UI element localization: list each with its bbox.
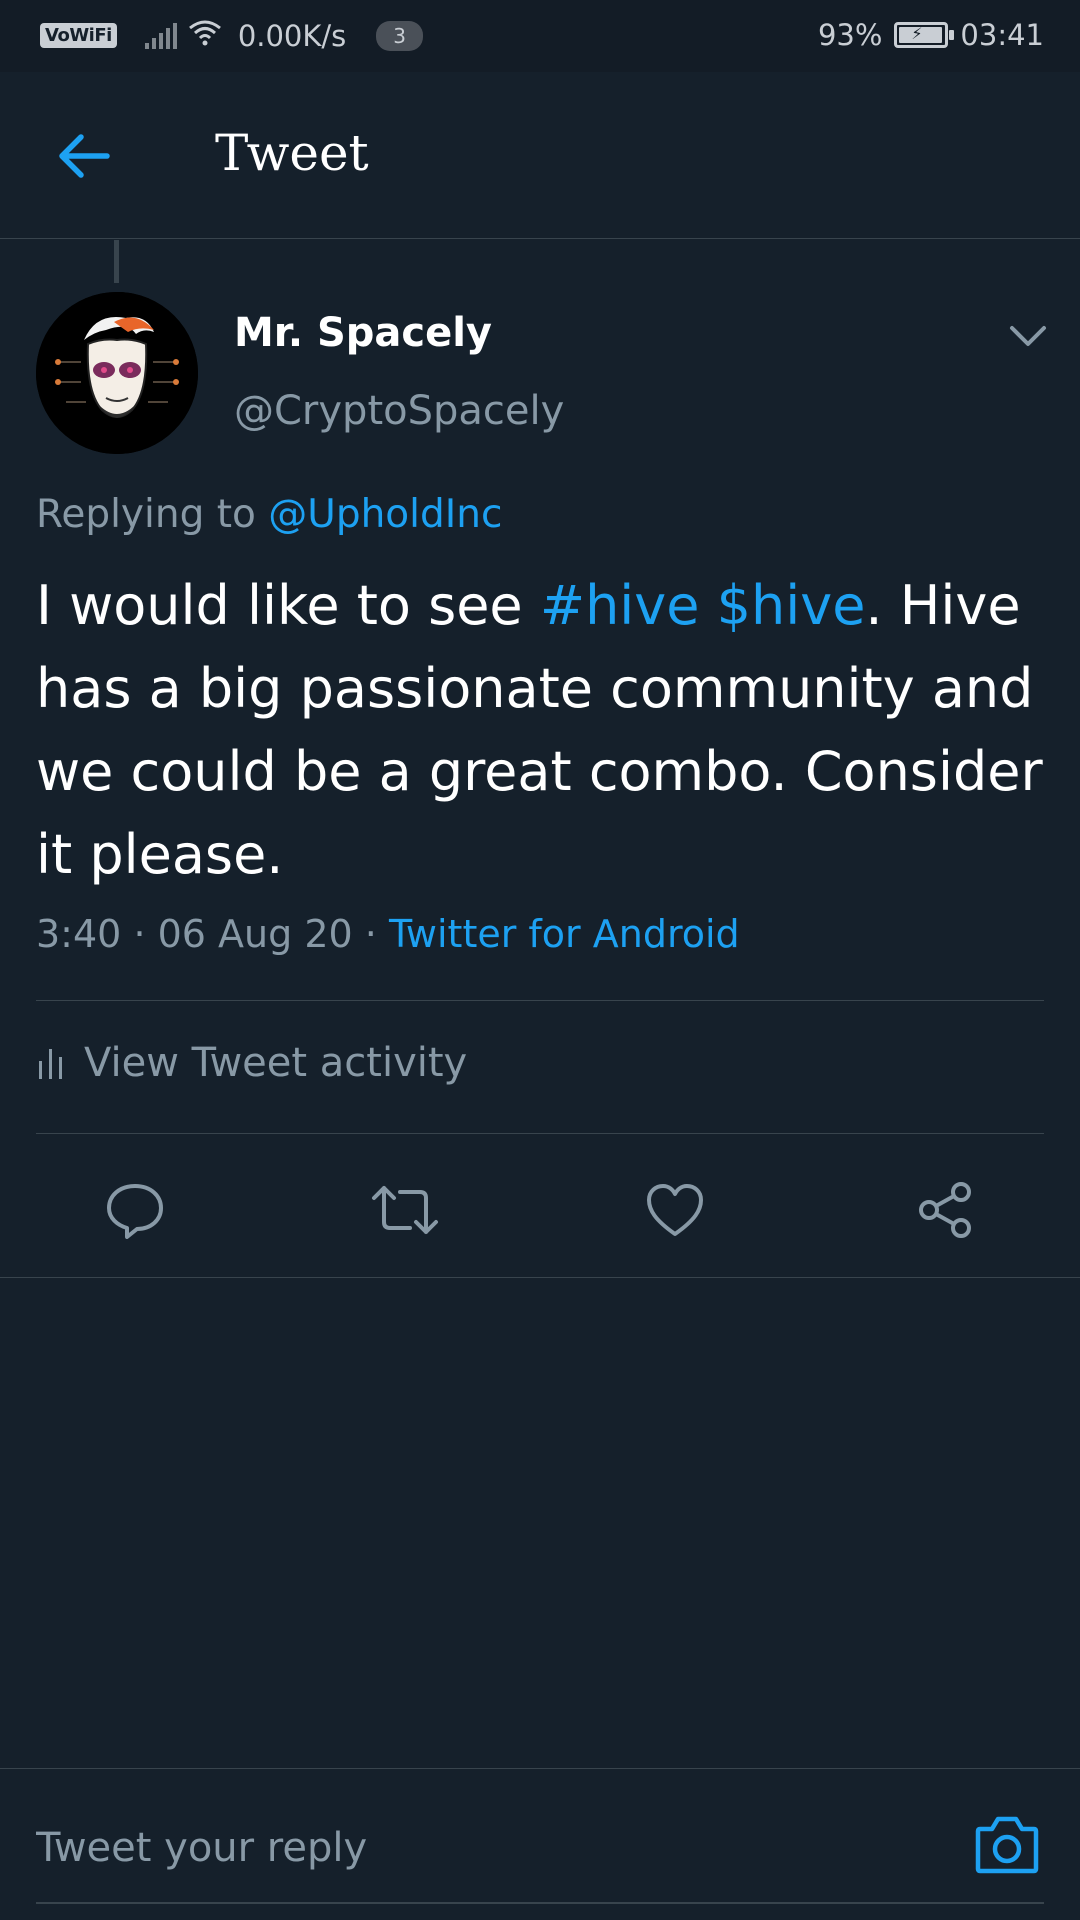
view-tweet-activity-button[interactable]: View Tweet activity <box>36 1040 467 1086</box>
view-tweet-activity-label: View Tweet activity <box>84 1040 468 1086</box>
divider <box>36 1000 1044 1001</box>
tweet-source-link[interactable]: Twitter for Android <box>389 912 740 956</box>
back-button[interactable] <box>54 126 114 186</box>
hashtag-link[interactable]: #hive <box>540 574 700 637</box>
display-name[interactable]: Mr. Spacely <box>234 310 492 356</box>
tweet-date: 06 Aug 20 <box>157 912 353 956</box>
page-title: Tweet <box>215 124 369 182</box>
user-handle[interactable]: @CryptoSpacely <box>234 388 564 434</box>
tweet-meta: 3:40 · 06 Aug 20 · Twitter for Android <box>36 912 740 956</box>
meta-separator: · <box>364 912 377 956</box>
wifi-icon <box>188 18 222 53</box>
cashtag-link[interactable]: $hive <box>717 574 866 637</box>
reply-button[interactable] <box>95 1170 175 1250</box>
reply-icon <box>107 1184 163 1239</box>
tweet-time: 3:40 <box>36 912 122 956</box>
avatar[interactable] <box>36 292 198 454</box>
arrow-left-icon <box>59 134 110 178</box>
retweet-icon <box>372 1186 438 1234</box>
tweet-text-part1: I would like to see <box>36 574 540 637</box>
replying-to: Replying to @UpholdInc <box>36 492 502 537</box>
like-button[interactable] <box>635 1170 715 1250</box>
reply-input-underline <box>36 1902 1044 1904</box>
vowifi-icon: VoWiFi <box>40 23 117 48</box>
retweet-button[interactable] <box>365 1170 445 1250</box>
status-bar: VoWiFi 0.00K/s 3 93% ⚡ 03:41 <box>0 0 1080 72</box>
replying-to-link[interactable]: @UpholdInc <box>268 492 502 537</box>
reply-input[interactable] <box>36 1823 916 1873</box>
status-time: 03:41 <box>960 18 1044 52</box>
camera-icon <box>975 1816 1039 1874</box>
reply-bar <box>0 1768 1080 1920</box>
divider <box>36 1133 1044 1134</box>
bar-chart-icon <box>39 1049 62 1079</box>
battery-percent: 93% <box>817 18 883 52</box>
tweet-options-button[interactable] <box>1006 318 1050 354</box>
tweet-actions <box>0 1140 1080 1278</box>
thread-connector-line <box>114 240 119 283</box>
meta-separator: · <box>133 912 146 956</box>
share-icon <box>919 1182 971 1238</box>
avatar-image <box>36 292 198 454</box>
share-button[interactable] <box>905 1170 985 1250</box>
like-icon <box>647 1184 703 1236</box>
chevron-down-icon <box>1010 326 1046 346</box>
signal-icon <box>144 22 180 49</box>
replying-prefix: Replying to <box>36 492 256 537</box>
app-header: Tweet <box>0 72 1080 239</box>
battery-icon: ⚡ <box>894 22 955 48</box>
tweet-text: I would like to see #hive $hive. Hive ha… <box>36 564 1056 896</box>
network-speed: 0.00K/s <box>237 18 347 53</box>
camera-button[interactable] <box>974 1813 1040 1879</box>
notification-count-badge: 3 <box>376 20 424 51</box>
